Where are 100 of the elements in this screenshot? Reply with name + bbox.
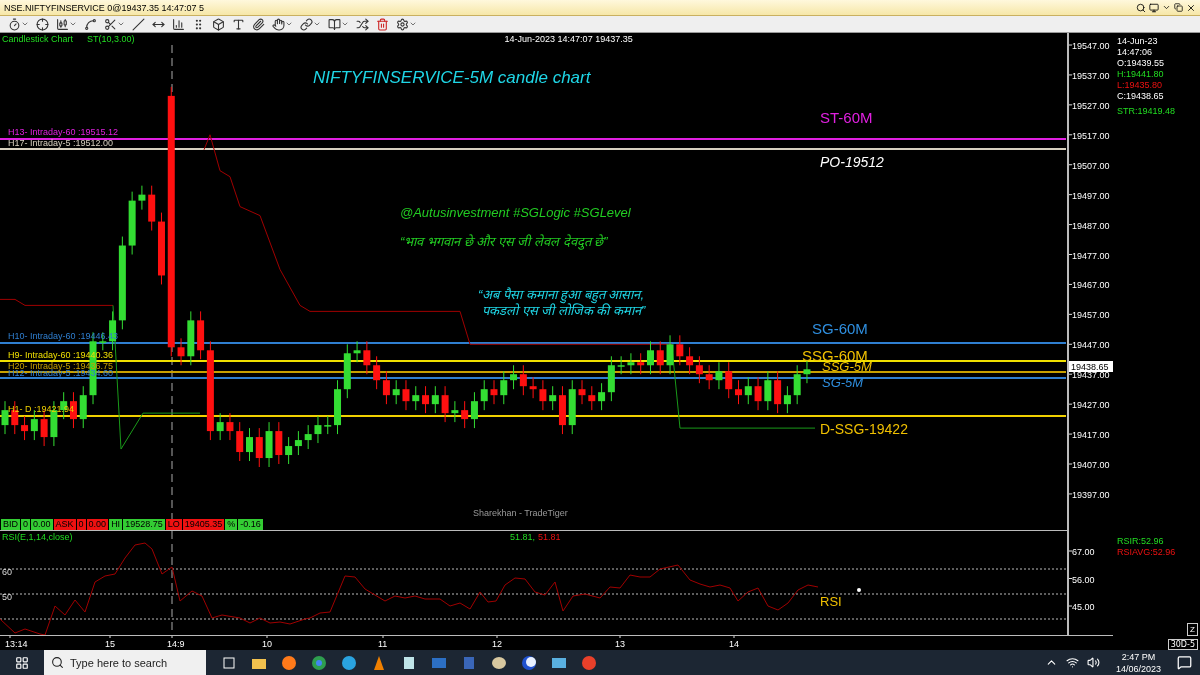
candle [764,370,772,411]
restore-icon[interactable] [1174,3,1183,12]
candle [588,385,596,411]
candle [656,340,664,375]
notification-icon[interactable] [1177,655,1192,670]
close-icon[interactable] [1186,2,1196,13]
link-icon[interactable] [300,17,313,31]
caret-icon[interactable] [285,20,293,28]
text-icon[interactable] [232,17,245,31]
settings-icon[interactable] [396,17,409,31]
price-tick: 19477.00 [1072,250,1110,261]
caret-icon[interactable] [69,20,77,28]
candle [148,185,156,232]
scissors-icon[interactable] [104,17,117,31]
candle [568,379,576,435]
candlestick-icon[interactable] [56,17,69,31]
book-icon[interactable] [328,17,341,31]
candle [676,334,684,366]
rsi-value: 51.81, [510,532,536,542]
caret-icon[interactable] [409,20,417,28]
candle [138,185,146,211]
price-tick: 19447.00 [1072,340,1110,351]
time-tick: 15 [105,639,115,649]
paperclip-icon[interactable] [252,17,265,31]
rsir-value: RSIR:52.96 [1117,536,1165,547]
candle [754,376,762,411]
caret-icon[interactable] [1162,3,1171,12]
shuffle-icon[interactable] [356,17,369,31]
current-price-tag: 19438.65 [1069,361,1113,372]
level-label: H13- Intraday-60 :19515.12 [8,127,119,137]
candle [187,310,195,366]
rsi-average-value: 51.81 [538,532,561,542]
rsi-level-label: 60 [2,567,12,577]
search-field[interactable]: Type here to search [44,650,206,675]
line-icon[interactable] [132,17,145,31]
quote-cell: % [225,519,238,530]
taskbar-clock[interactable]: 2:47 PM 14/06/2023 [1115,650,1161,675]
note-text: @Autusinvestment #SGLogic #SGLevel [400,205,631,220]
caret-icon[interactable] [313,20,321,28]
caret-icon[interactable] [21,20,29,28]
network-icon[interactable] [1065,656,1079,669]
volume-icon[interactable] [1086,656,1100,669]
quote-cell: 19405.35 [182,519,225,530]
crosshair-icon[interactable] [36,17,49,31]
quote-cell: -0.16 [238,519,263,530]
note-text: “अब पैसा कमाना हुआ बहुत आसान, [478,287,644,302]
candle [529,376,537,399]
candle [705,364,713,390]
time-tick: 10 [262,639,272,649]
zoom-button[interactable]: Z [1187,623,1198,636]
trash-icon[interactable] [376,17,389,31]
candle [451,400,459,423]
crescent-icon[interactable] [520,653,538,672]
quote-cell: BID [1,519,20,530]
open-price: O:19439.55 [1117,58,1166,69]
stopwatch-icon[interactable] [8,17,21,31]
rsi-tick: 45.00 [1072,602,1095,612]
quote-cell: HI [109,519,123,530]
candle [617,355,625,375]
candle [79,385,87,429]
hand-icon[interactable] [272,17,285,31]
price-tick: 19497.00 [1072,190,1110,201]
ball-icon[interactable] [580,653,598,672]
candle [177,337,185,366]
candle [441,385,449,423]
monitor-icon[interactable] [1149,2,1159,13]
spline-icon[interactable] [84,17,97,31]
price-tick: 19547.00 [1072,41,1110,51]
close-price: C:19438.65 [1117,91,1165,102]
windows-icon[interactable] [15,655,29,670]
candle [480,379,488,411]
timestamp: 14-Jun-2023 14:47:07 19437.35 [504,34,633,44]
candle [539,379,547,411]
search-icon[interactable] [1136,2,1146,13]
caret-icon[interactable] [341,20,349,28]
candle [304,424,312,450]
price-tick: 19487.00 [1072,220,1110,231]
time-tick: 13 [615,639,625,649]
bars-icon[interactable] [172,17,185,31]
price-tick: 19457.00 [1072,310,1110,321]
candle [744,376,752,405]
quote-cell: 0 [76,519,86,530]
chart-type-label: Candlestick Chart [2,34,74,44]
period-button[interactable]: 30D-5 [1167,639,1198,650]
search-icon [51,656,64,669]
dot-marker [857,588,861,592]
cube-icon[interactable] [212,17,225,31]
note-text: पकडलो एस जी लोजिक की कमान” [482,303,646,318]
price-tick: 19467.00 [1072,280,1110,291]
level-annotation: PO-19512 [820,154,884,170]
caret-icon[interactable] [117,20,125,28]
candle [353,340,361,363]
price-tick: 19417.00 [1072,430,1110,441]
candle [334,379,341,435]
quote-cell: 0.00 [86,519,109,530]
time-tick: 13:14 [5,639,28,649]
price-tick: 19407.00 [1072,460,1110,470]
level-annotation: SG-5M [822,375,864,390]
price-tick: 19397.00 [1072,489,1110,500]
candle [412,385,420,411]
